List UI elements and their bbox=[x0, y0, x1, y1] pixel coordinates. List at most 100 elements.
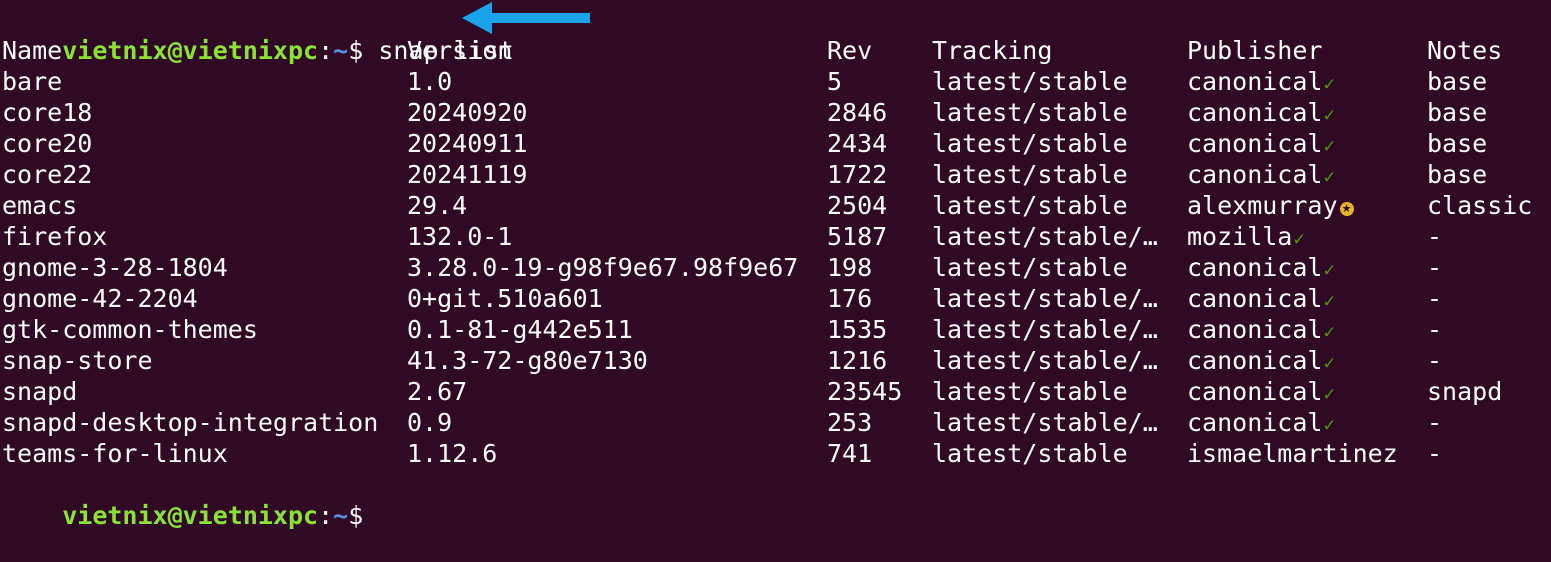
cell-tracking: latest/stable bbox=[932, 128, 1128, 159]
cell-name-text: snap-store bbox=[2, 346, 153, 375]
cell-tracking-text: latest/stable bbox=[932, 439, 1128, 468]
cell-version: 132.0-1 bbox=[407, 221, 512, 252]
final-prompt-line[interactable]: vietnix@vietnixpc:~$ bbox=[2, 469, 1551, 530]
cell-name: gnome-42-2204 bbox=[2, 283, 198, 314]
cell-notes: - bbox=[1427, 345, 1442, 376]
cell-notes-text: - bbox=[1427, 315, 1443, 344]
cell-notes: - bbox=[1427, 252, 1442, 283]
cell-version: 20241119 bbox=[407, 159, 527, 190]
cell-rev-text: 2846 bbox=[827, 98, 888, 127]
cell-publisher-text: alexmurray bbox=[1187, 191, 1338, 220]
cell-name-text: gtk-common-themes bbox=[2, 315, 258, 344]
header-notes: Notes bbox=[1427, 36, 1503, 65]
header-version: Version bbox=[407, 36, 513, 65]
cell-notes: - bbox=[1427, 407, 1442, 438]
cell-rev: 198 bbox=[827, 252, 872, 283]
cell-publisher: canonical✓ bbox=[1187, 252, 1335, 286]
cell-rev-text: 2504 bbox=[827, 191, 888, 220]
cell-name: teams-for-linux bbox=[2, 438, 228, 469]
verified-check-icon: ✓ bbox=[1323, 166, 1335, 188]
cell-name: gnome-3-28-1804 bbox=[2, 252, 228, 283]
cell-name: firefox bbox=[2, 221, 107, 252]
table-row: firefox 132.0-1 5187 latest/stable/… mozilla… bbox=[2, 221, 1551, 252]
cell-name: snap-store bbox=[2, 345, 153, 376]
cell-publisher: canonical✓ bbox=[1187, 283, 1335, 317]
cell-publisher-text: canonical bbox=[1187, 346, 1323, 375]
header-name: Name bbox=[2, 36, 63, 65]
cell-tracking-text: latest/stable/… bbox=[932, 315, 1158, 344]
cell-name-text: core22 bbox=[2, 160, 93, 189]
cell-rev-text: 5 bbox=[827, 67, 843, 96]
cell-name: snapd bbox=[2, 376, 77, 407]
cell-version: 3.28.0-19-g98f9e67.98f9e67 bbox=[407, 252, 798, 283]
terminal-window[interactable]: vietnix@vietnixpc:~$ snap list Name Vers… bbox=[2, 4, 1551, 530]
cell-tracking: latest/stable bbox=[932, 376, 1128, 407]
cell-rev-text: 741 bbox=[827, 439, 873, 468]
cell-tracking-text: latest/stable/… bbox=[932, 346, 1158, 375]
cell-tracking: latest/stable bbox=[932, 190, 1128, 221]
cell-notes-text: - bbox=[1427, 439, 1443, 468]
cell-rev-text: 1722 bbox=[827, 160, 888, 189]
cell-publisher: canonical✓ bbox=[1187, 128, 1335, 162]
cell-notes: base bbox=[1427, 66, 1487, 97]
cell-notes-text: snapd bbox=[1427, 377, 1503, 406]
cell-name-text: gnome-3-28-1804 bbox=[2, 253, 228, 282]
verified-check-icon: ✓ bbox=[1323, 104, 1335, 126]
cell-rev: 2434 bbox=[827, 128, 887, 159]
header-rev: Rev bbox=[827, 36, 873, 65]
cell-version-text: 132.0-1 bbox=[407, 222, 513, 251]
cell-notes: classic bbox=[1427, 190, 1532, 221]
table-row: core20 20240911 2434 latest/stable canonical… bbox=[2, 128, 1551, 159]
cell-publisher-text: mozilla bbox=[1187, 222, 1293, 251]
cell-version-text: 29.4 bbox=[407, 191, 468, 220]
cell-version: 0+git.510a601 bbox=[407, 283, 603, 314]
cell-rev-text: 1216 bbox=[827, 346, 888, 375]
cell-publisher: alexmurray ★ bbox=[1187, 190, 1354, 221]
cell-publisher-text: canonical bbox=[1187, 408, 1323, 437]
cell-name-text: core18 bbox=[2, 98, 93, 127]
cell-publisher: canonical✓ bbox=[1187, 159, 1335, 193]
cell-publisher-text: canonical bbox=[1187, 284, 1323, 313]
cell-name-text: bare bbox=[2, 67, 63, 96]
cell-publisher: canonical✓ bbox=[1187, 345, 1335, 379]
cell-rev: 1216 bbox=[827, 345, 887, 376]
cell-notes-text: - bbox=[1427, 253, 1443, 282]
cell-tracking-text: latest/stable bbox=[932, 253, 1128, 282]
cell-tracking: latest/stable bbox=[932, 66, 1128, 97]
cell-rev: 176 bbox=[827, 283, 872, 314]
cell-rev: 741 bbox=[827, 438, 872, 469]
prompt-path: ~ bbox=[333, 501, 349, 530]
left-arrow-icon bbox=[462, 2, 590, 34]
cell-name-text: snapd bbox=[2, 377, 78, 406]
cell-name-text: teams-for-linux bbox=[2, 439, 228, 468]
cell-version: 20240911 bbox=[407, 128, 527, 159]
cell-publisher-text: canonical bbox=[1187, 377, 1323, 406]
snap-table-body: bare 1.0 5 latest/stable canonical✓ base core1… bbox=[2, 66, 1551, 469]
cell-publisher-text: canonical bbox=[1187, 129, 1323, 158]
verified-check-icon: ✓ bbox=[1323, 135, 1335, 157]
cell-tracking-text: latest/stable/… bbox=[932, 222, 1158, 251]
table-row: bare 1.0 5 latest/stable canonical✓ base bbox=[2, 66, 1551, 97]
cell-version: 0.9 bbox=[407, 407, 452, 438]
cell-notes-text: base bbox=[1427, 98, 1488, 127]
verified-check-icon: ✓ bbox=[1323, 259, 1335, 281]
cell-name: core22 bbox=[2, 159, 92, 190]
cell-notes-text: base bbox=[1427, 129, 1488, 158]
cell-tracking-text: latest/stable bbox=[932, 191, 1128, 220]
cell-rev: 1722 bbox=[827, 159, 887, 190]
cell-name: core20 bbox=[2, 128, 92, 159]
cell-tracking: latest/stable bbox=[932, 159, 1128, 190]
table-row: emacs 29.4 2504 latest/stable alexmurray ★ cla… bbox=[2, 190, 1551, 221]
cell-publisher: ismaelmartinez bbox=[1187, 438, 1398, 469]
verified-check-icon: ✓ bbox=[1323, 383, 1335, 405]
cell-version-text: 20240911 bbox=[407, 129, 528, 158]
cell-publisher-text: ismaelmartinez bbox=[1187, 439, 1398, 468]
verified-check-icon: ✓ bbox=[1323, 414, 1335, 436]
verified-check-icon: ✓ bbox=[1323, 73, 1335, 95]
table-row: core18 20240920 2846 latest/stable canonical… bbox=[2, 97, 1551, 128]
cell-publisher-text: canonical bbox=[1187, 67, 1323, 96]
cell-version-text: 2.67 bbox=[407, 377, 468, 406]
cell-tracking-text: latest/stable bbox=[932, 377, 1128, 406]
prompt-user-host: vietnix@vietnixpc bbox=[62, 501, 319, 530]
table-row: snapd-desktop-integration 0.9 253 latest/st… bbox=[2, 407, 1551, 438]
